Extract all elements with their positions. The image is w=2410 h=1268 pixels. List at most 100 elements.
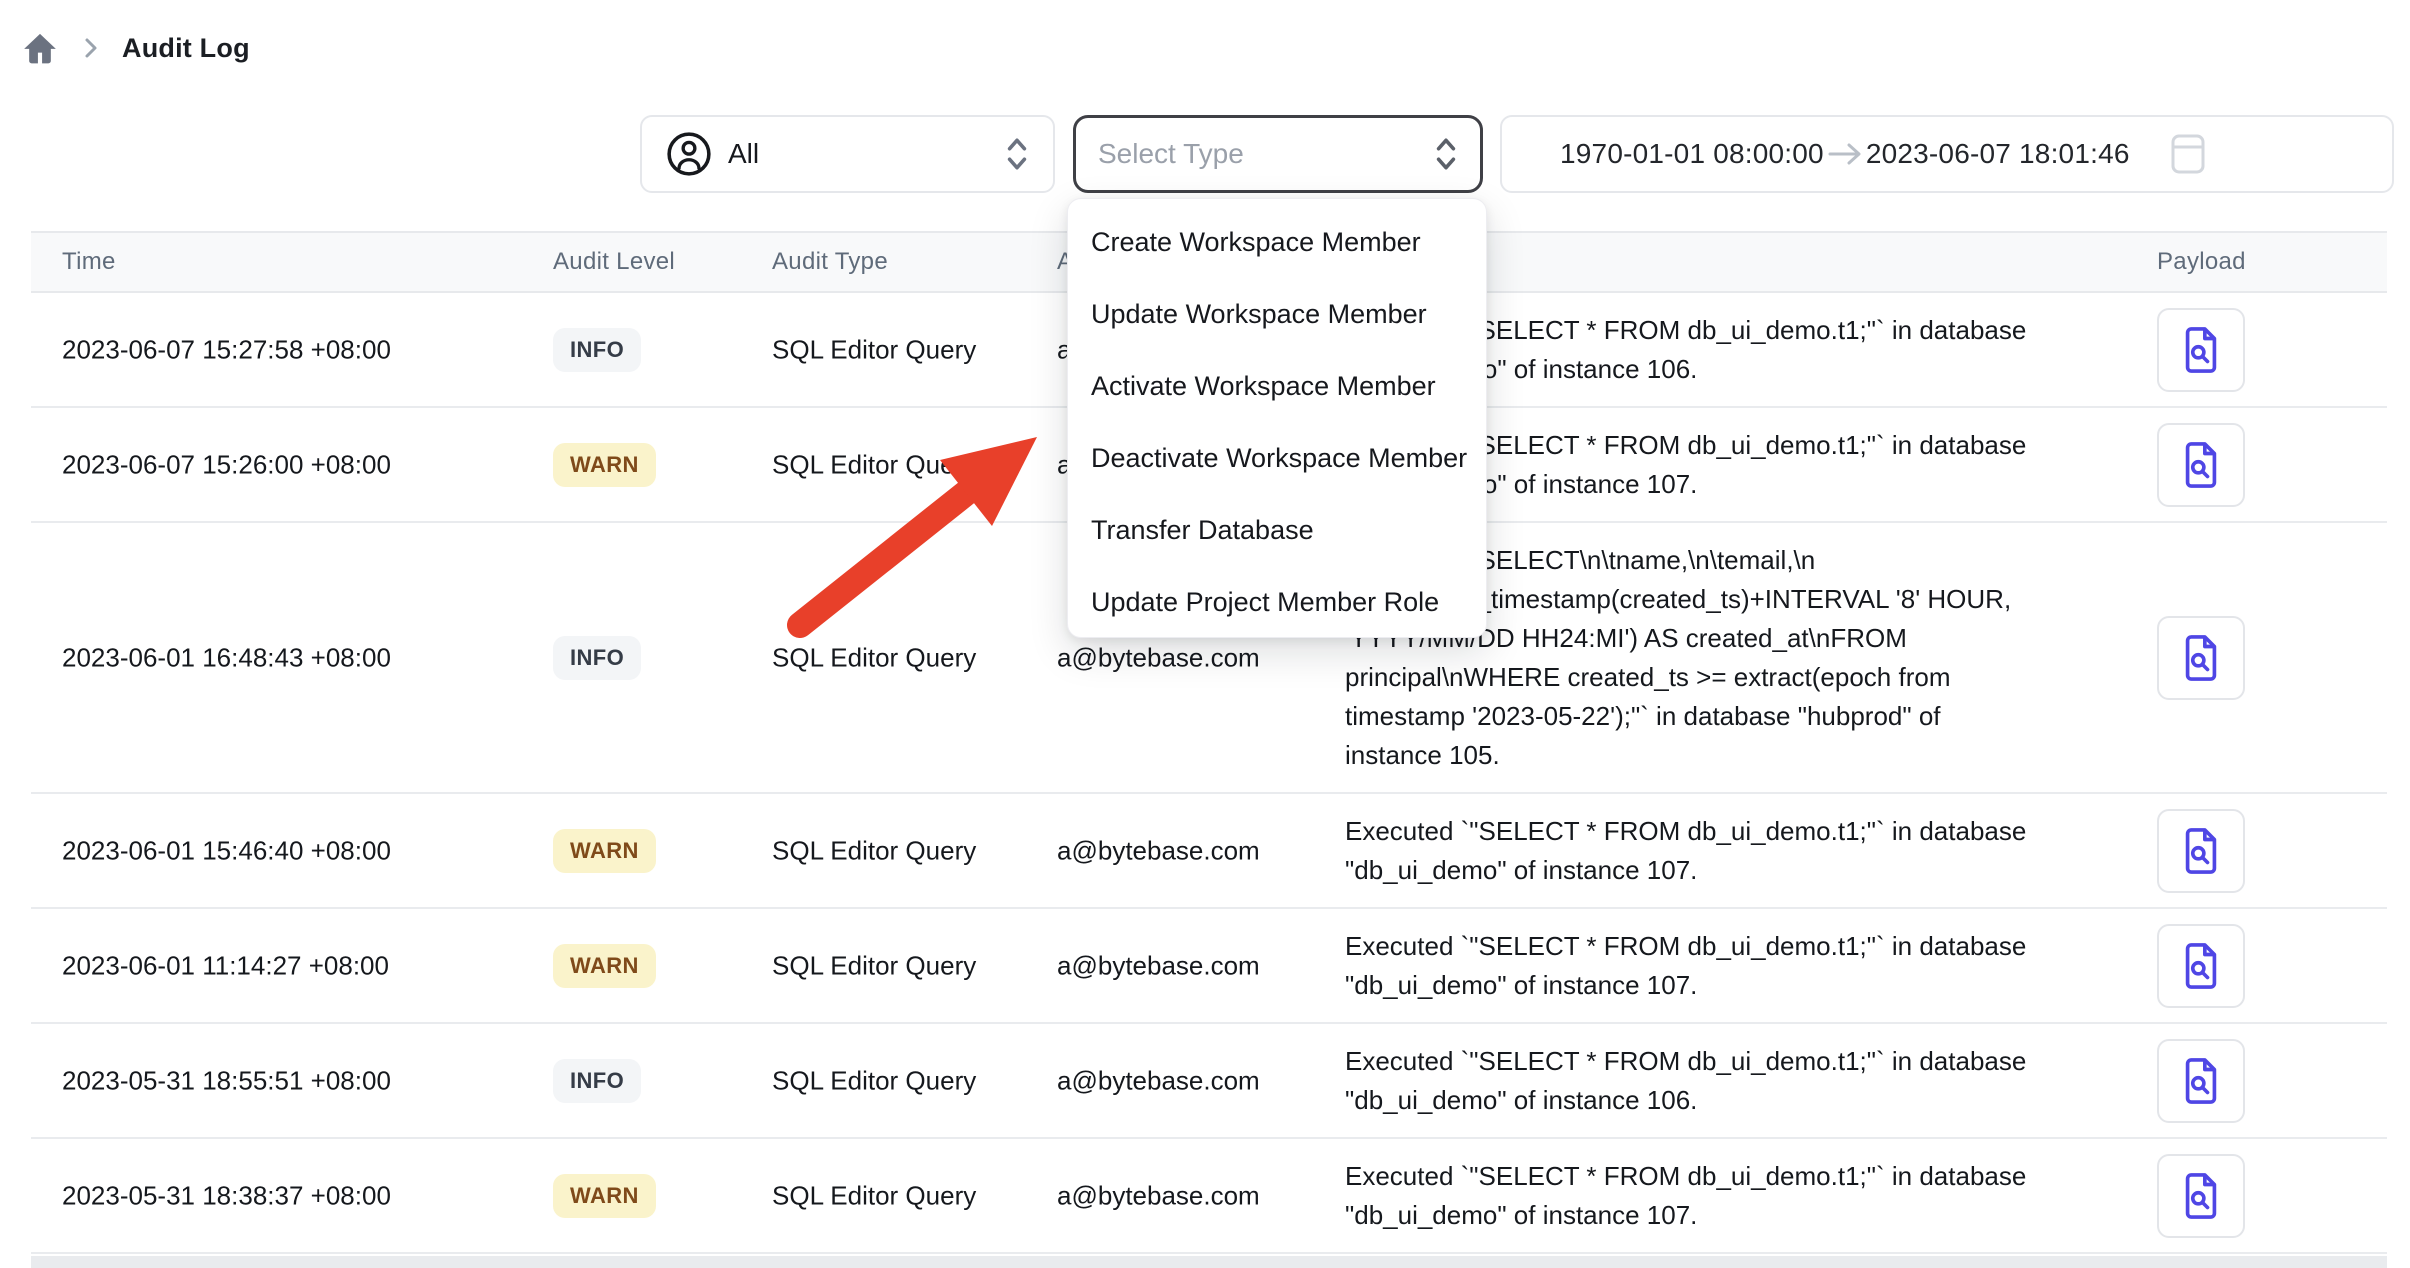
breadcrumb: Audit Log <box>20 24 250 72</box>
payload-view-button[interactable] <box>2157 924 2245 1008</box>
time-cell: 2023-05-31 18:38:37 +08:00 <box>62 1180 391 1211</box>
comment-line: Executed `"SELECT * FROM db_ui_demo.t1;"… <box>1345 812 2145 851</box>
audit-level-cell: INFO <box>553 636 641 680</box>
comment-line: instance 105. <box>1345 736 2145 775</box>
comment-line: "db_ui_demo" of instance 106. <box>1345 1081 2145 1120</box>
time-cell: 2023-05-31 18:55:51 +08:00 <box>62 1065 391 1096</box>
audit-type-cell: SQL Editor Query <box>772 1065 976 1096</box>
calendar-icon <box>2170 132 2206 176</box>
comment-line: Executed `"SELECT * FROM db_ui_demo.t1;"… <box>1345 1157 2145 1196</box>
audit-level-badge: WARN <box>553 829 656 873</box>
column-header-time: Time <box>62 248 116 276</box>
payload-cell <box>2157 1039 2245 1123</box>
comment-cell: Executed `"SELECT * FROM db_ui_demo.t1;"… <box>1345 1042 2145 1120</box>
payload-cell <box>2157 308 2245 392</box>
file-search-icon <box>2178 1055 2224 1107</box>
payload-cell <box>2157 809 2245 893</box>
payload-view-button[interactable] <box>2157 809 2245 893</box>
file-search-icon <box>2178 1170 2224 1222</box>
comment-line: "db_ui_demo" of instance 107. <box>1345 1196 2145 1235</box>
comment-line: timestamp '2023-05-22');"` in database "… <box>1345 697 2145 736</box>
page-title: Audit Log <box>122 33 250 64</box>
actor-filter-select[interactable]: All <box>640 115 1055 193</box>
audit-level-cell: WARN <box>553 443 656 487</box>
table-bottom-scroll-strip <box>31 1256 2387 1268</box>
chevron-right-icon <box>78 34 104 62</box>
file-search-icon <box>2178 439 2224 491</box>
actor-filter-value: All <box>728 138 759 170</box>
actor-cell: a@bytebase.com <box>1057 642 1260 673</box>
person-icon <box>666 131 712 177</box>
payload-cell <box>2157 616 2245 700</box>
audit-level-cell: WARN <box>553 944 656 988</box>
table-row: 2023-06-01 11:14:27 +08:00 WARN SQL Edit… <box>31 909 2387 1024</box>
audit-level-cell: INFO <box>553 328 641 372</box>
comment-line: Executed `"SELECT * FROM db_ui_demo.t1;"… <box>1345 1042 2145 1081</box>
comment-cell: Executed `"SELECT * FROM db_ui_demo.t1;"… <box>1345 1157 2145 1235</box>
date-range-picker[interactable]: 1970-01-01 08:00:00 2023-06-07 18:01:46 <box>1500 115 2394 193</box>
column-header-audit-type: Audit Type <box>772 248 888 276</box>
audit-type-cell: SQL Editor Query <box>772 334 976 365</box>
audit-level-cell: WARN <box>553 1174 656 1218</box>
type-dropdown-item[interactable]: Activate Workspace Member <box>1068 350 1486 422</box>
audit-type-cell: SQL Editor Query <box>772 642 976 673</box>
type-dropdown-item[interactable]: Update Workspace Member <box>1068 278 1486 350</box>
table-row: 2023-05-31 18:55:51 +08:00 INFO SQL Edit… <box>31 1024 2387 1139</box>
chevron-up-down-icon <box>1003 135 1031 173</box>
actor-cell: a@bytebase.com <box>1057 1065 1260 1096</box>
type-dropdown-item[interactable]: Update Project Member Role <box>1068 566 1486 638</box>
file-search-icon <box>2178 940 2224 992</box>
arrow-right-icon <box>1824 139 1866 169</box>
audit-type-cell: SQL Editor Query <box>772 835 976 866</box>
audit-level-badge: INFO <box>553 636 641 680</box>
payload-view-button[interactable] <box>2157 616 2245 700</box>
date-range-start[interactable]: 1970-01-01 08:00:00 <box>1560 138 1824 170</box>
type-dropdown-item[interactable]: Deactivate Workspace Member <box>1068 422 1486 494</box>
comment-line: "db_ui_demo" of instance 107. <box>1345 966 2145 1005</box>
payload-view-button[interactable] <box>2157 308 2245 392</box>
actor-cell: a@bytebase.com <box>1057 835 1260 866</box>
comment-line: Executed `"SELECT * FROM db_ui_demo.t1;"… <box>1345 927 2145 966</box>
comment-line: "db_ui_demo" of instance 107. <box>1345 851 2145 890</box>
audit-type-cell: SQL Editor Query <box>772 449 976 480</box>
audit-level-cell: INFO <box>553 1059 641 1103</box>
payload-cell <box>2157 1154 2245 1238</box>
payload-cell <box>2157 423 2245 507</box>
audit-level-badge: INFO <box>553 1059 641 1103</box>
payload-view-button[interactable] <box>2157 1039 2245 1123</box>
table-row: 2023-06-01 15:46:40 +08:00 WARN SQL Edit… <box>31 794 2387 909</box>
comment-cell: Executed `"SELECT * FROM db_ui_demo.t1;"… <box>1345 927 2145 1005</box>
home-button[interactable] <box>20 28 60 68</box>
type-filter-select[interactable]: Select Type <box>1073 115 1483 193</box>
time-cell: 2023-06-07 15:27:58 +08:00 <box>62 334 391 365</box>
payload-view-button[interactable] <box>2157 1154 2245 1238</box>
audit-level-badge: WARN <box>553 944 656 988</box>
audit-level-badge: WARN <box>553 443 656 487</box>
date-range-end[interactable]: 2023-06-07 18:01:46 <box>1866 138 2130 170</box>
type-dropdown-item[interactable]: Create Workspace Member <box>1068 206 1486 278</box>
chevron-up-down-icon <box>1432 135 1460 173</box>
type-dropdown-menu: Create Workspace MemberUpdate Workspace … <box>1067 198 1487 638</box>
type-filter-placeholder: Select Type <box>1098 138 1244 170</box>
audit-level-cell: WARN <box>553 829 656 873</box>
file-search-icon <box>2178 632 2224 684</box>
file-search-icon <box>2178 825 2224 877</box>
audit-type-cell: SQL Editor Query <box>772 950 976 981</box>
audit-level-badge: INFO <box>553 328 641 372</box>
time-cell: 2023-06-01 15:46:40 +08:00 <box>62 835 391 866</box>
time-cell: 2023-06-01 11:14:27 +08:00 <box>62 950 389 981</box>
payload-view-button[interactable] <box>2157 423 2245 507</box>
audit-level-badge: WARN <box>553 1174 656 1218</box>
payload-cell <box>2157 924 2245 1008</box>
audit-type-cell: SQL Editor Query <box>772 1180 976 1211</box>
comment-line: principal\nWHERE created_ts >= extract(e… <box>1345 658 2145 697</box>
actor-cell: a@bytebase.com <box>1057 950 1260 981</box>
comment-cell: Executed `"SELECT * FROM db_ui_demo.t1;"… <box>1345 812 2145 890</box>
home-icon <box>20 28 60 68</box>
column-header-audit-level: Audit Level <box>553 248 675 276</box>
time-cell: 2023-06-07 15:26:00 +08:00 <box>62 449 391 480</box>
time-cell: 2023-06-01 16:48:43 +08:00 <box>62 642 391 673</box>
table-row: 2023-05-31 18:38:37 +08:00 WARN SQL Edit… <box>31 1139 2387 1254</box>
type-dropdown-item[interactable]: Transfer Database <box>1068 494 1486 566</box>
actor-cell: a@bytebase.com <box>1057 1180 1260 1211</box>
